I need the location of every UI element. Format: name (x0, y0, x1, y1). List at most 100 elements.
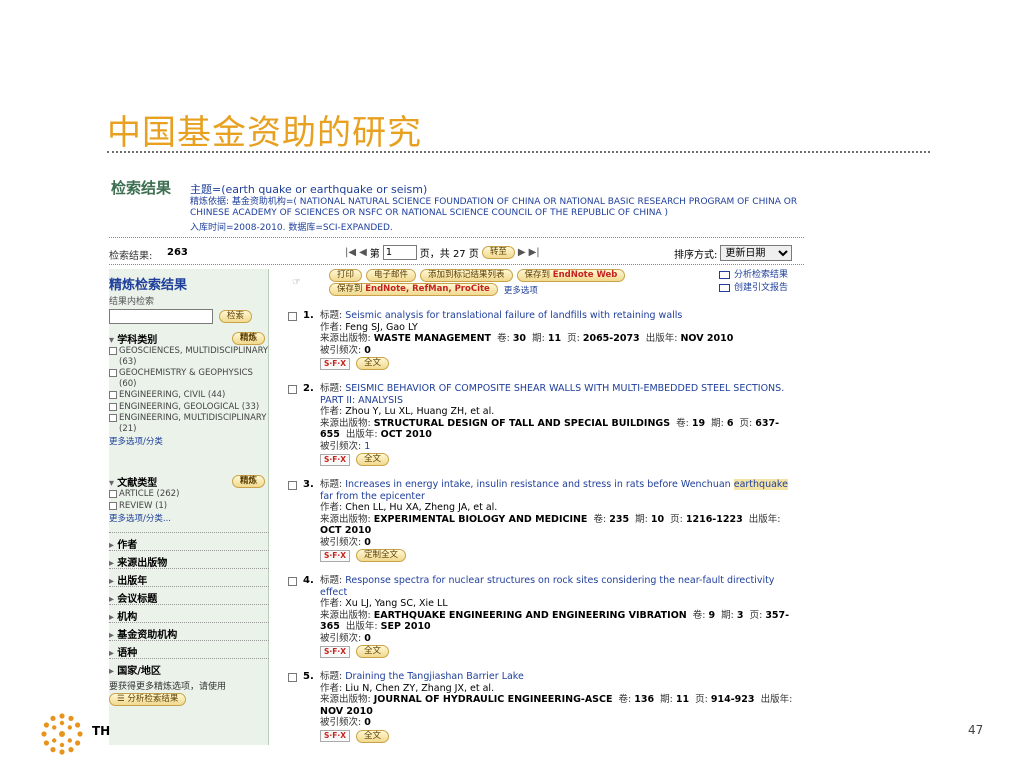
results-count: 263 (167, 247, 188, 258)
fulltext-button[interactable]: 全文 (356, 645, 390, 658)
save-endnote-web-button[interactable]: 保存到 EndNote Web (516, 269, 626, 282)
page-input[interactable] (382, 245, 417, 260)
subject-option[interactable]: GEOCHEMISTRY & GEOPHYSICS (60) (109, 368, 269, 389)
refine-conference[interactable]: 会议标题 (109, 586, 269, 605)
record-number: 3. (303, 479, 314, 490)
results-bar: 检索结果: 263 |◀ ◀ 第 页，共 27 页 转至 ▶ ▶| 排序方式: … (109, 244, 804, 262)
refine-institution[interactable]: 机构 (109, 604, 269, 623)
subject-option[interactable]: ENGINEERING, MULTIDISCIPLINARY (21) (109, 413, 269, 434)
sfx-button[interactable]: S·F·X (320, 549, 351, 562)
last-page-icon[interactable]: ▶| (529, 247, 540, 258)
subject-option[interactable]: ENGINEERING, CIVIL (44) (109, 390, 269, 401)
results-count-label: 检索结果: (109, 251, 153, 262)
refine-language[interactable]: 语种 (109, 640, 269, 659)
record-title[interactable]: Increases in energy intake, insulin resi… (320, 479, 788, 502)
pager: |◀ ◀ 第 页，共 27 页 转至 ▶ ▶| (345, 245, 540, 260)
first-page-icon[interactable]: |◀ (345, 247, 356, 258)
refine-funding[interactable]: 基金资助机构 (109, 622, 269, 641)
record-title[interactable]: SEISMIC BEHAVIOR OF COMPOSITE SHEAR WALL… (320, 383, 784, 406)
record-cited: 0 (364, 344, 371, 356)
subject-category: 学科类别 精炼 GEOSCIENCES, MULTIDISCIPLINARY (6… (109, 331, 269, 447)
record-title[interactable]: Draining the Tangjiashan Barrier Lake (345, 671, 524, 682)
analyze-results-button[interactable]: ☰ 分析检索结果 (109, 693, 187, 706)
fulltext-button[interactable]: 全文 (356, 357, 390, 370)
checkbox[interactable] (109, 414, 117, 422)
search-results-screenshot: 检索结果 主题=(earth quake or earthquake or se… (109, 171, 810, 745)
sfx-button[interactable]: S·F·X (320, 357, 351, 370)
doctype-option[interactable]: ARTICLE (262) (109, 489, 269, 500)
sfx-button[interactable]: S·F·X (320, 730, 351, 742)
sort-select[interactable]: 更新日期 (720, 245, 793, 261)
doctype-option[interactable]: REVIEW (1) (109, 501, 269, 512)
record-number: 4. (303, 575, 314, 586)
prev-page-icon[interactable]: ◀ (359, 247, 367, 258)
refine-country[interactable]: 国家/地区 (109, 658, 269, 677)
subject-more-link[interactable]: 更多选项/分类 (109, 435, 269, 447)
checkbox[interactable] (109, 490, 117, 498)
record-cited[interactable]: 1 (364, 441, 370, 452)
save-endnote-button[interactable]: 保存到 EndNote, RefMan, ProCite (329, 283, 498, 296)
title-divider (107, 151, 930, 153)
doctype-more-link[interactable]: 更多选项/分类... (109, 512, 269, 524)
slide-title: 中国基金资助的研究 (107, 113, 422, 153)
report-links: 分析检索结果 创建引文报告 (719, 269, 788, 295)
search-within-button[interactable]: 检索 (219, 310, 253, 323)
record-authors: Chen LL, Hu XA, Zheng JA, et al. (345, 502, 498, 513)
analyze-results-link[interactable]: 分析检索结果 (719, 269, 788, 282)
record-checkbox[interactable] (288, 577, 297, 586)
next-page-icon[interactable]: ▶ (518, 247, 526, 258)
record-source: JOURNAL OF HYDRAULIC ENGINEERING-ASCE (373, 694, 613, 705)
checkbox[interactable] (109, 501, 117, 510)
refine-source[interactable]: 来源出版物 (109, 550, 269, 569)
sfx-button[interactable]: S·F·X (320, 453, 351, 466)
doctype-category: 文献类型 精炼 ARTICLE (262) REVIEW (1) 更多选项/分类.… (109, 474, 269, 524)
record-checkbox[interactable] (288, 385, 297, 394)
subject-label: 学科类别 (109, 331, 157, 346)
record-number: 5. (303, 671, 314, 682)
subject-option[interactable]: ENGINEERING, GEOLOGICAL (33) (109, 402, 269, 413)
subject-refine-button[interactable]: 精炼 (231, 331, 265, 345)
record-authors: Feng SJ, Gao LY (345, 321, 418, 333)
results-list: ☞ 打印 电子邮件 添加到标记结果列表 保存到 EndNote Web 保存到 … (279, 269, 804, 745)
record-cited: 0 (364, 536, 371, 548)
record-source: EXPERIMENTAL BIOLOGY AND MEDICINE (373, 513, 588, 525)
add-to-marked-button[interactable]: 添加到标记结果列表 (420, 269, 513, 282)
sfx-button[interactable]: S·F·X (320, 645, 351, 658)
timespan: 入库时间=2008-2010. 数据库=SCI-EXPANDED. (190, 223, 393, 233)
refine-year[interactable]: 出版年 (109, 568, 269, 587)
record-checkbox[interactable] (288, 481, 297, 490)
email-button[interactable]: 电子邮件 (366, 269, 417, 282)
record-checkbox[interactable] (288, 673, 297, 682)
sort-control: 排序方式: 更新日期 (674, 245, 793, 261)
record-source: EARTHQUAKE ENGINEERING AND ENGINEERING V… (373, 609, 687, 621)
analyze-icon (719, 270, 730, 279)
record-title[interactable]: Seismic analysis for translational failu… (345, 310, 682, 321)
record-authors: Zhou Y, Lu XL, Huang ZH, et al. (345, 406, 495, 417)
checkbox[interactable] (109, 402, 117, 411)
fulltext-button[interactable]: 全文 (356, 453, 390, 466)
record-title[interactable]: Response spectra for nuclear structures … (320, 575, 774, 598)
fulltext-button[interactable]: 全文 (356, 729, 390, 743)
refine-title: 精炼检索结果 (109, 278, 188, 293)
record-cited: 0 (364, 717, 371, 728)
logo-text: TH (92, 724, 111, 738)
search-within-input[interactable] (109, 309, 213, 324)
record-checkbox[interactable] (288, 312, 297, 321)
custom-fulltext-button[interactable]: 定制全文 (356, 549, 407, 562)
more-options-link[interactable]: 更多选项 (504, 284, 538, 296)
checkbox[interactable] (109, 369, 117, 377)
go-button[interactable]: 转至 (481, 246, 515, 259)
refine-note: 要获得更多精炼选项，请使用 (109, 682, 227, 692)
record-cited: 0 (364, 632, 371, 644)
record-source: WASTE MANAGEMENT (373, 333, 492, 344)
checkbox[interactable] (109, 347, 117, 355)
refine-authors[interactable]: 作者 (109, 532, 269, 551)
print-button[interactable]: 打印 (329, 269, 363, 282)
highlighted-term: earthquake (733, 479, 788, 490)
doctype-refine-button[interactable]: 精炼 (231, 474, 265, 488)
page-number: 47 (968, 723, 984, 737)
checkbox[interactable] (109, 391, 117, 399)
citation-report-link[interactable]: 创建引文报告 (719, 282, 788, 295)
subject-option[interactable]: GEOSCIENCES, MULTIDISCIPLINARY (63) (109, 346, 269, 367)
results-title: 检索结果 (111, 179, 172, 197)
